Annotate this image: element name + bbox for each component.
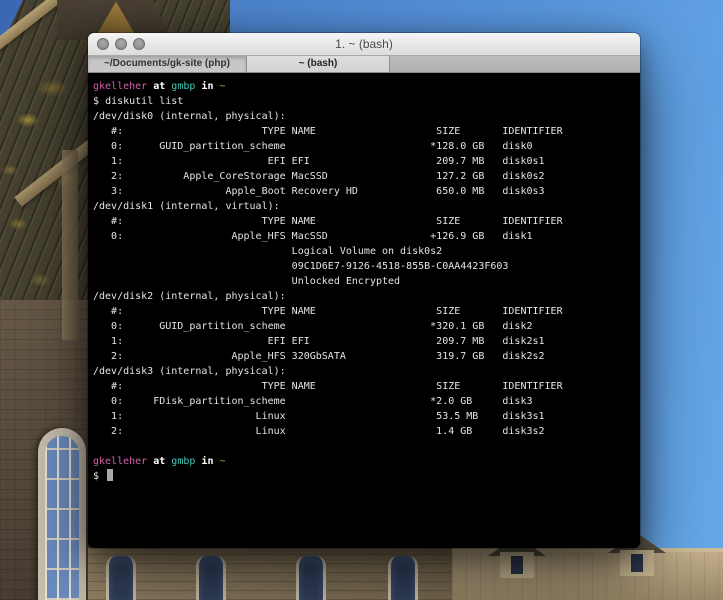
prompt-at: at (153, 81, 165, 92)
prompt-path: ~ (220, 456, 226, 467)
terminal-cursor (107, 469, 113, 481)
prompt-user: gkelleher (93, 456, 147, 467)
building-facade-left (88, 548, 460, 600)
prompt-line: gkelleher at gmbp in ~ (93, 79, 636, 94)
tab-label: ~/Documents/gk-site (php) (104, 58, 230, 69)
prompt-in: in (201, 81, 213, 92)
tab-bar: ~/Documents/gk-site (php) ~ (bash) (88, 56, 640, 73)
prompt-at: at (153, 456, 165, 467)
prompt-user: gkelleher (93, 81, 147, 92)
gothic-window (38, 428, 86, 600)
facade-window (106, 556, 136, 600)
input-line: $ (93, 469, 636, 484)
diskutil-output: /dev/disk0 (internal, physical): #: TYPE… (93, 109, 636, 439)
command-text: diskutil list (105, 96, 183, 107)
prompt-in: in (201, 456, 213, 467)
command-line: $ diskutil list (93, 94, 636, 109)
blank-line (93, 439, 636, 454)
window-titlebar[interactable]: 1. ~ (bash) (88, 33, 640, 56)
prompt-line: gkelleher at gmbp in ~ (93, 454, 636, 469)
building-facade-right (452, 552, 723, 600)
facade-window (296, 556, 326, 600)
window-title: 1. ~ (bash) (88, 33, 640, 55)
facade-window (388, 556, 418, 600)
dormer-window (500, 552, 534, 578)
terminal-screen[interactable]: gkelleher at gmbp in ~ $ diskutil list /… (88, 73, 640, 548)
stone-buttress (62, 150, 78, 340)
terminal-window: 1. ~ (bash) ~/Documents/gk-site (php) ~ … (88, 33, 640, 548)
facade-window (196, 556, 226, 600)
tab-bash[interactable]: ~ (bash) (247, 56, 390, 72)
tab-label: ~ (bash) (299, 58, 338, 69)
desktop: 1. ~ (bash) ~/Documents/gk-site (php) ~ … (0, 0, 723, 600)
prompt-path: ~ (220, 81, 226, 92)
gothic-window-glass (45, 436, 79, 600)
prompt-symbol: $ (93, 96, 99, 107)
prompt-symbol: $ (93, 471, 99, 482)
prompt-host: gmbp (171, 456, 195, 467)
prompt-host: gmbp (171, 81, 195, 92)
tab-gk-site[interactable]: ~/Documents/gk-site (php) (88, 56, 247, 72)
dormer-window (620, 550, 654, 576)
